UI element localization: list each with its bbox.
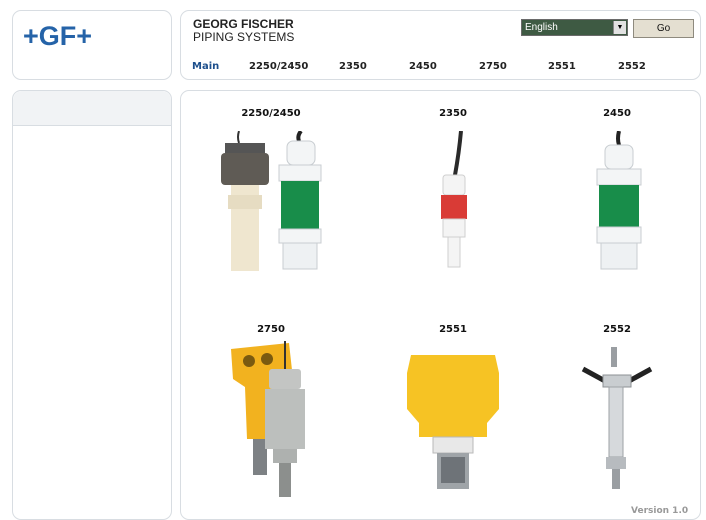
gf-logo[interactable]: +GF+ bbox=[23, 21, 92, 52]
language-select-value: English bbox=[525, 22, 558, 33]
product-image-2750[interactable] bbox=[227, 339, 317, 499]
brand-name: GEORG FISCHER bbox=[193, 17, 294, 31]
product-image-2552[interactable] bbox=[581, 345, 653, 491]
nav-item-2552[interactable]: 2552 bbox=[618, 61, 646, 72]
product-label-2250-2450[interactable]: 2250/2450 bbox=[211, 108, 331, 119]
chevron-down-icon[interactable]: ▼ bbox=[613, 21, 626, 34]
product-image-2450[interactable] bbox=[593, 131, 643, 271]
nav-item-2350[interactable]: 2350 bbox=[339, 61, 367, 72]
product-label-2552[interactable]: 2552 bbox=[557, 324, 677, 335]
product-grid: 2250/2450 2350 2450 2750 2551 2552 Versi… bbox=[180, 90, 701, 520]
product-image-2350[interactable] bbox=[435, 131, 475, 271]
product-image-2551[interactable] bbox=[403, 349, 503, 494]
product-image-2250-2450[interactable] bbox=[217, 131, 327, 271]
nav-item-2551[interactable]: 2551 bbox=[548, 61, 576, 72]
nav-item-2250-2450[interactable]: 2250/2450 bbox=[249, 61, 308, 72]
sidebar-header bbox=[13, 91, 171, 126]
header-panel: GEORG FISCHER PIPING SYSTEMS English ▼ G… bbox=[180, 10, 701, 80]
nav-item-main[interactable]: Main bbox=[192, 61, 219, 72]
sidebar bbox=[12, 90, 172, 520]
logo-panel: +GF+ bbox=[12, 10, 172, 80]
nav-item-2750[interactable]: 2750 bbox=[479, 61, 507, 72]
product-label-2551[interactable]: 2551 bbox=[393, 324, 513, 335]
brand-subtitle: PIPING SYSTEMS bbox=[193, 30, 295, 44]
product-label-2750[interactable]: 2750 bbox=[211, 324, 331, 335]
product-label-2450[interactable]: 2450 bbox=[557, 108, 677, 119]
language-select[interactable]: English ▼ bbox=[521, 19, 628, 36]
go-button[interactable]: Go bbox=[633, 19, 694, 38]
nav-item-2450[interactable]: 2450 bbox=[409, 61, 437, 72]
product-label-2350[interactable]: 2350 bbox=[393, 108, 513, 119]
version-text: Version 1.0 bbox=[631, 506, 689, 516]
